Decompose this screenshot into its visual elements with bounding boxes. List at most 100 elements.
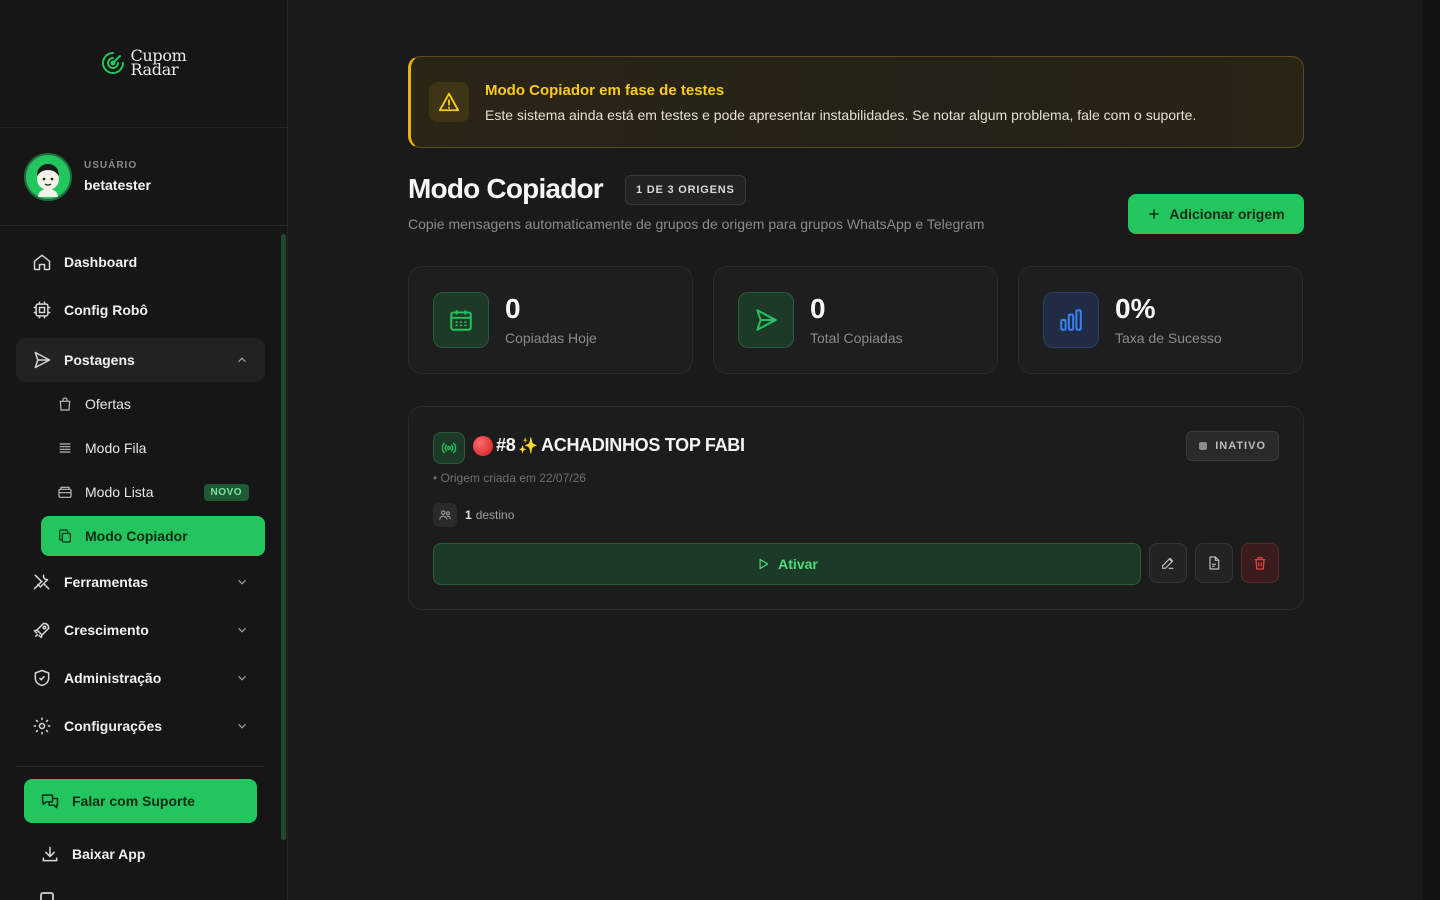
stat-card-copied-today: 0 Copiadas Hoje (408, 266, 693, 374)
origin-title-prefix: #8 (496, 435, 516, 455)
stat-value: 0 (505, 293, 521, 324)
cpu-icon (32, 300, 52, 320)
gear-icon (32, 716, 52, 736)
stat-card-success-rate: 0% Taxa de Sucesso (1018, 266, 1303, 374)
file-text-icon (1206, 555, 1222, 571)
sidebar-divider (16, 766, 265, 767)
support-button[interactable]: Falar com Suporte (24, 779, 257, 823)
beta-warning-banner: Modo Copiador em fase de testes Este sis… (408, 56, 1304, 148)
edit-button[interactable] (1149, 543, 1187, 583)
origin-title-name: ACHADINHOS TOP FABI (541, 435, 745, 455)
dest-count-value: 1 (465, 508, 472, 522)
user-name: betatester (84, 177, 151, 193)
page-subtitle: Copie mensagens automaticamente de grupo… (408, 216, 985, 232)
stat-label: Total Copiadas (810, 330, 903, 346)
sidebar-item-postagens[interactable]: Postagens (16, 338, 265, 382)
status-label: INATIVO (1215, 440, 1266, 452)
chevron-down-icon (235, 575, 249, 589)
send-icon (738, 292, 794, 348)
postagens-submenu: Ofertas Modo Fila Modo Lista NOVO Modo C… (16, 384, 265, 556)
sidebar-item-label: Modo Lista (85, 484, 154, 500)
bar-chart-icon (1043, 292, 1099, 348)
sidebar-item-ferramentas[interactable]: Ferramentas (16, 560, 265, 604)
destination-count: 1 destino (433, 503, 514, 527)
logs-button[interactable] (1195, 543, 1233, 583)
created-text: Origem criada em 22/07/26 (440, 471, 586, 485)
stat-value: 0% (1115, 293, 1156, 324)
download-app-label: Baixar App (72, 846, 146, 862)
sidebar-item-crescimento[interactable]: Crescimento (16, 608, 265, 652)
chat-bubbles-icon (40, 791, 60, 811)
sidebar: Cupom Radar USUÁRIO betatester Dashboard… (0, 0, 288, 900)
plus-icon (1147, 207, 1161, 221)
sparkles-emoji-icon: ✨ (518, 437, 539, 455)
sidebar-item-configuracoes[interactable]: Configurações (16, 704, 265, 748)
support-label: Falar com Suporte (72, 793, 195, 809)
activate-label: Ativar (778, 556, 818, 572)
warning-icon (429, 82, 469, 122)
page-title: Modo Copiador (408, 173, 604, 204)
users-icon (433, 503, 457, 527)
sidebar-item-label: Ofertas (85, 396, 131, 412)
radio-signal-icon (433, 432, 465, 464)
sidebar-item-modo-fila[interactable]: Modo Fila (41, 428, 265, 468)
sidebar-item-dashboard[interactable]: Dashboard (16, 240, 265, 284)
sidebar-scrollbar[interactable] (281, 234, 286, 840)
sidebar-item-label: Modo Copiador (85, 528, 188, 544)
download-app-button[interactable]: Baixar App (24, 832, 257, 876)
sidebar-item-modo-copiador[interactable]: Modo Copiador (41, 516, 265, 556)
shopping-bag-icon (57, 396, 73, 412)
stat-label: Taxa de Sucesso (1115, 330, 1222, 346)
sidebar-item-modo-lista[interactable]: Modo Lista NOVO (41, 472, 265, 512)
sidebar-item-label: Dashboard (64, 254, 138, 270)
trash-icon (1252, 555, 1268, 571)
chevron-up-icon (235, 353, 249, 367)
sidebar-item-label: Postagens (64, 352, 135, 368)
dest-count-label: destino (475, 508, 515, 522)
brand-line-2: Radar (130, 59, 179, 79)
sidebar-item-ofertas[interactable]: Ofertas (41, 384, 265, 424)
avatar (24, 152, 72, 201)
user-label: USUÁRIO (84, 160, 138, 171)
bullet-icon: • (433, 471, 441, 485)
activate-button[interactable]: Ativar (433, 543, 1141, 585)
send-icon (32, 350, 52, 370)
logo[interactable]: Cupom Radar (0, 0, 287, 128)
sidebar-item-administracao[interactable]: Administração (16, 656, 265, 700)
delete-button[interactable] (1241, 543, 1279, 583)
origin-card: #8 ✨ ACHADINHOS TOP FABI INATIVO • Orige… (408, 406, 1304, 610)
tools-icon (32, 572, 52, 592)
user-profile[interactable]: USUÁRIO betatester (0, 128, 287, 226)
play-icon (756, 557, 770, 571)
window-scrollbar[interactable] (1422, 0, 1440, 900)
add-origin-button[interactable]: Adicionar origem (1128, 194, 1304, 234)
banner-text: Este sistema ainda está em testes e pode… (485, 106, 1197, 123)
stat-card-total-copied: 0 Total Copiadas (713, 266, 998, 374)
copy-icon (57, 528, 73, 544)
archive-icon (57, 484, 73, 500)
edit-icon (1160, 555, 1176, 571)
sidebar-item-config-robo[interactable]: Config Robô (16, 288, 265, 332)
calendar-icon (433, 292, 489, 348)
chevron-down-icon (235, 671, 249, 685)
stat-label: Copiadas Hoje (505, 330, 597, 346)
radar-logo-icon (100, 50, 126, 76)
origins-count-badge: 1 DE 3 ORIGENS (625, 175, 746, 205)
shield-check-icon (32, 668, 52, 688)
cutoff-menu-icon (40, 892, 54, 900)
sidebar-item-label: Config Robô (64, 302, 148, 318)
chevron-down-icon (235, 719, 249, 733)
sidebar-item-label: Ferramentas (64, 574, 149, 590)
sidebar-item-label: Modo Fila (85, 440, 147, 456)
chevron-down-icon (235, 623, 249, 637)
origin-created-date: • Origem criada em 22/07/26 (433, 471, 586, 485)
brand-name: Cupom Radar (130, 47, 186, 79)
origin-title: #8 ✨ ACHADINHOS TOP FABI (473, 435, 745, 456)
add-origin-label: Adicionar origem (1169, 206, 1285, 222)
stat-value: 0 (810, 293, 826, 324)
list-icon (57, 440, 73, 456)
new-badge: NOVO (203, 483, 249, 501)
rocket-icon (32, 620, 52, 640)
home-icon (32, 252, 52, 272)
red-circle-emoji-icon (473, 435, 493, 456)
